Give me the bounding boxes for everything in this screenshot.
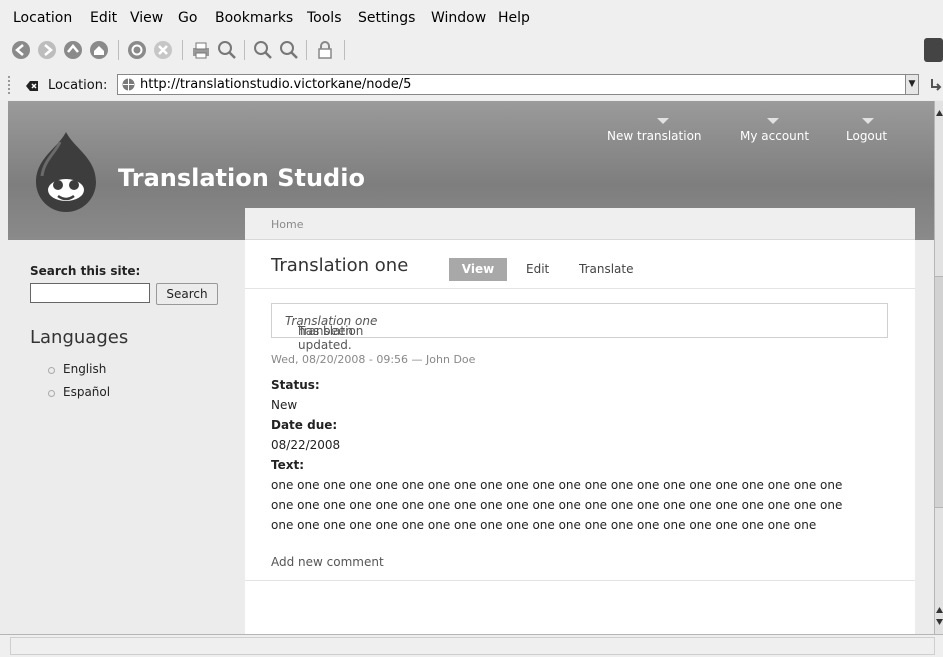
scroll-up-icon[interactable]: [935, 103, 943, 116]
location-label: Location:: [48, 78, 108, 93]
location-input[interactable]: http://translationstudio.victorkane/node…: [117, 74, 917, 95]
drupal-logo[interactable]: [30, 130, 102, 212]
search-button[interactable]: Search: [156, 283, 218, 305]
scroll-thumb[interactable]: [935, 276, 943, 508]
security-lock-icon[interactable]: [314, 39, 336, 61]
clear-location-icon[interactable]: [25, 78, 39, 92]
menu-window[interactable]: Window: [431, 10, 486, 26]
bullet-icon: [48, 367, 55, 374]
zoom-out-icon[interactable]: [278, 39, 300, 61]
toolbar-separator: [344, 40, 345, 60]
language-english[interactable]: English: [63, 362, 106, 376]
add-comment-link[interactable]: Add new comment: [271, 555, 384, 569]
toolbar: [0, 32, 943, 70]
tab-edit[interactable]: Edit: [526, 262, 549, 276]
text-line: one one one one one one one one one one …: [271, 498, 843, 512]
menu-tools[interactable]: Tools: [307, 10, 342, 26]
breadcrumb-home[interactable]: Home: [271, 218, 303, 231]
bullet-icon: [48, 390, 55, 397]
menu-settings[interactable]: Settings: [358, 10, 415, 26]
menu-go[interactable]: Go: [178, 10, 197, 26]
status-message: Translation Translation one has been upd…: [271, 303, 888, 352]
up-icon[interactable]: [62, 39, 84, 61]
date-due-label: Date due:: [271, 418, 338, 432]
text-line: one one one one one one one one one one …: [271, 478, 843, 492]
go-icon[interactable]: [928, 76, 943, 94]
language-espanol[interactable]: Español: [63, 385, 110, 399]
back-icon[interactable]: [10, 39, 32, 61]
languages-title: Languages: [30, 327, 129, 348]
kde-throbber-icon: [924, 38, 943, 62]
location-bar: Location: http://translationstudio.victo…: [0, 70, 943, 100]
menu-bookmarks[interactable]: Bookmarks: [215, 10, 293, 26]
page-viewport: Translation Studio New translation My ac…: [8, 101, 934, 635]
status-bar-field: [10, 637, 935, 655]
location-url: http://translationstudio.victorkane/node…: [140, 77, 412, 92]
stop-icon[interactable]: [152, 39, 174, 61]
toolbar-separator: [306, 40, 307, 60]
vertical-scrollbar[interactable]: [934, 101, 943, 634]
forward-icon[interactable]: [36, 39, 58, 61]
nav-logout[interactable]: Logout: [846, 129, 887, 143]
site-name[interactable]: Translation Studio: [118, 164, 365, 192]
text-line: one one one one one one one one one one …: [271, 518, 817, 532]
sidebar: Search this site: Search Languages Engli…: [8, 240, 243, 635]
main-content: Home Translation one View Edit Translate…: [245, 208, 915, 635]
menu-view[interactable]: View: [130, 10, 163, 26]
status-label: Status:: [271, 378, 320, 392]
menu-help[interactable]: Help: [498, 10, 530, 26]
nav-marker-icon: [862, 118, 874, 124]
page-title: Translation one: [271, 255, 409, 276]
submitted-info: Wed, 08/20/2008 - 09:56 — John Doe: [271, 353, 476, 366]
links-divider: [245, 580, 915, 581]
nav-my-account[interactable]: My account: [740, 129, 809, 143]
menu-location[interactable]: Location: [13, 10, 72, 26]
home-icon[interactable]: [88, 39, 110, 61]
toolbar-separator: [244, 40, 245, 60]
status-message-text: Translation Translation one has been upd…: [285, 314, 377, 352]
toolbar-separator: [118, 40, 119, 60]
zoom-in-icon[interactable]: [252, 39, 274, 61]
print-icon[interactable]: [190, 39, 212, 61]
search-title: Search this site:: [30, 264, 141, 278]
toolbar-grip[interactable]: [8, 76, 16, 94]
find-icon[interactable]: [216, 39, 238, 61]
breadcrumb: Home: [245, 208, 915, 240]
location-dropdown[interactable]: ▼: [905, 74, 919, 95]
tab-view[interactable]: View: [449, 258, 507, 281]
status-value: New: [271, 398, 298, 412]
status-bar: [0, 634, 943, 657]
nav-new-translation[interactable]: New translation: [607, 129, 702, 143]
menu-edit[interactable]: Edit: [90, 10, 117, 26]
nav-marker-icon: [767, 118, 779, 124]
message-suffix: has been updated.: [298, 324, 354, 352]
scroll-down-icon[interactable]: [935, 604, 943, 628]
reload-icon[interactable]: [126, 39, 148, 61]
search-input[interactable]: [30, 283, 150, 303]
date-due-value: 08/22/2008: [271, 438, 341, 452]
menu-bar: Location Edit View Go Bookmarks Tools Se…: [0, 0, 943, 32]
toolbar-separator: [182, 40, 183, 60]
tabs-divider: [245, 288, 915, 289]
globe-icon: [121, 77, 136, 92]
tab-translate[interactable]: Translate: [579, 262, 634, 276]
nav-marker-icon: [657, 118, 669, 124]
text-label: Text:: [271, 458, 305, 472]
